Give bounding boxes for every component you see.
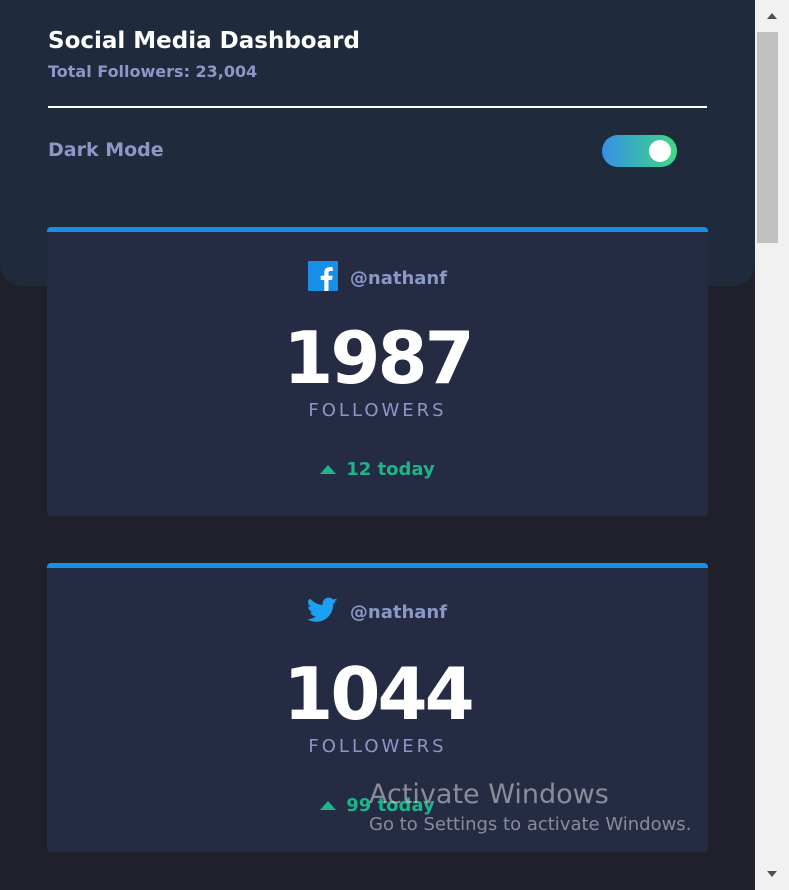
- dark-mode-label: Dark Mode: [48, 139, 164, 161]
- facebook-card: @nathanf 1987 FOLLOWERS 12 today: [47, 227, 708, 516]
- twitter-icon: [306, 597, 338, 627]
- daily-change-text: 99 today: [346, 795, 435, 816]
- scroll-down-icon[interactable]: [755, 858, 789, 890]
- follower-count: 1987: [283, 316, 474, 400]
- card-handle-row: @nathanf: [47, 261, 708, 295]
- card-accent-bar: [47, 227, 708, 232]
- card-accent-bar: [47, 563, 708, 568]
- scroll-up-icon[interactable]: [755, 0, 789, 32]
- followers-label: FOLLOWERS: [308, 400, 447, 421]
- page-title: Social Media Dashboard: [48, 28, 360, 54]
- up-arrow-icon: [320, 465, 337, 474]
- card-handle[interactable]: @nathanf: [350, 602, 447, 623]
- card-handle-row: @nathanf: [47, 597, 708, 627]
- dashboard-viewport: Social Media Dashboard Total Followers: …: [0, 0, 755, 890]
- daily-change-text: 12 today: [346, 459, 435, 480]
- scrollbar-thumb[interactable]: [757, 32, 778, 243]
- dark-mode-toggle[interactable]: [602, 135, 677, 167]
- followers-label: FOLLOWERS: [308, 736, 447, 757]
- daily-change: 12 today: [47, 459, 708, 480]
- header-divider: [48, 106, 707, 108]
- up-arrow-icon: [320, 801, 337, 810]
- facebook-icon: [307, 261, 338, 295]
- total-followers: Total Followers: 23,004: [48, 62, 258, 81]
- toggle-knob: [649, 140, 671, 162]
- follower-count: 1044: [283, 652, 474, 736]
- vertical-scrollbar[interactable]: [755, 0, 789, 890]
- card-handle[interactable]: @nathanf: [350, 268, 447, 289]
- daily-change: 99 today: [47, 795, 708, 816]
- twitter-card: @nathanf 1044 FOLLOWERS 99 today: [47, 563, 708, 852]
